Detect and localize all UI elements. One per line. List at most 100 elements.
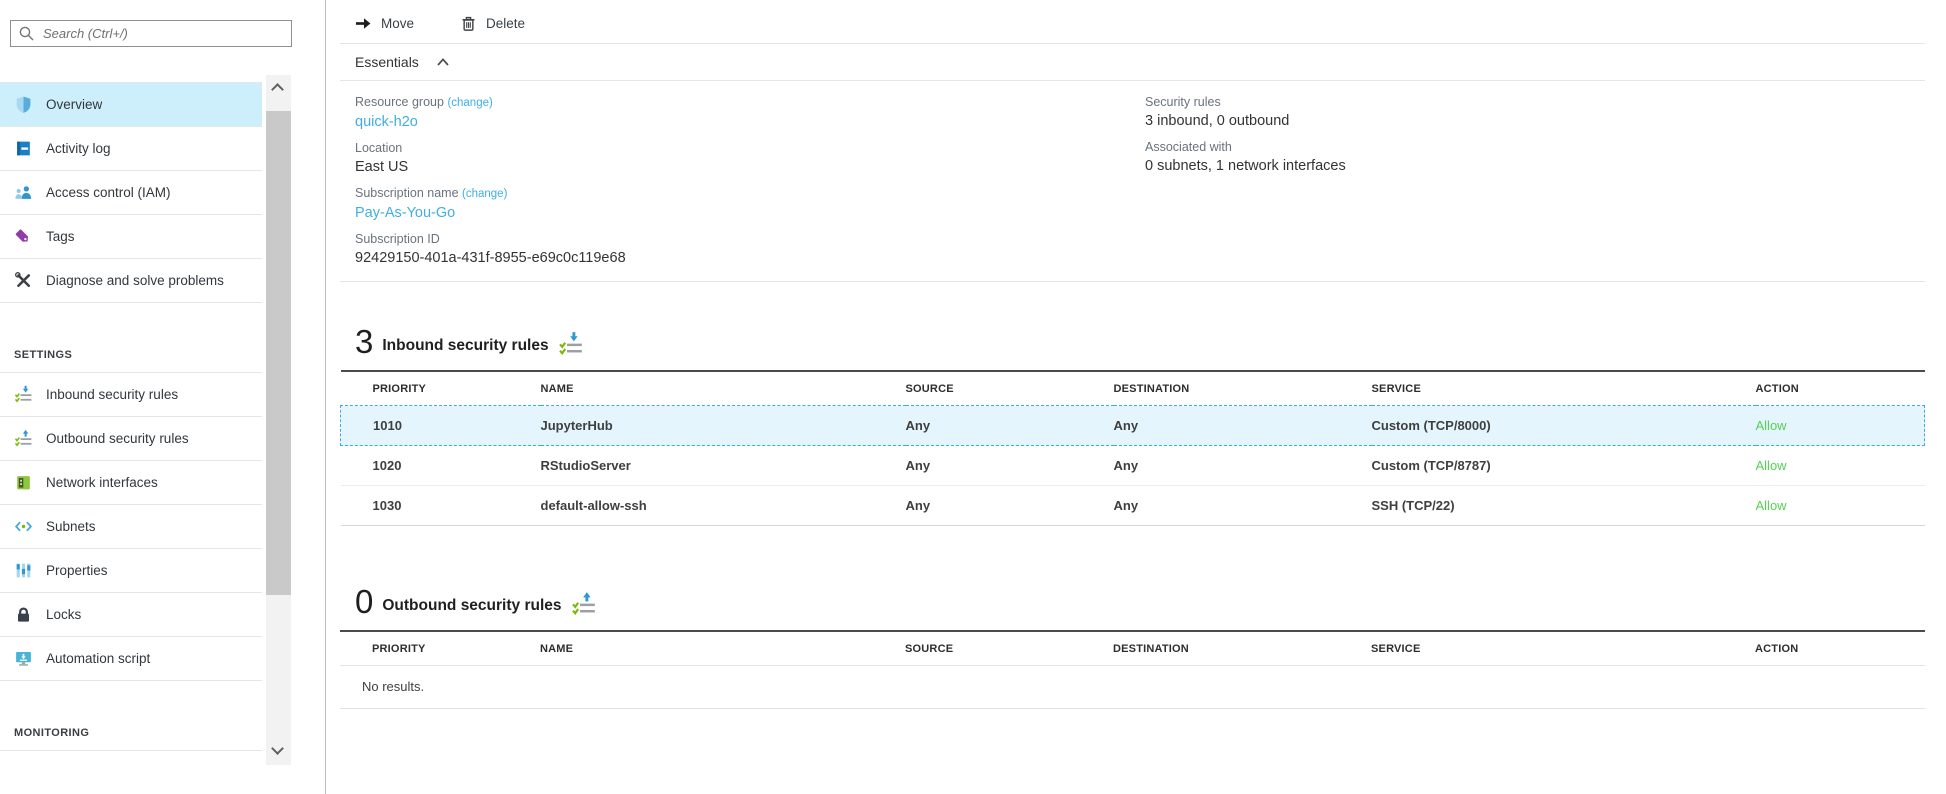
essentials-title: Essentials xyxy=(355,54,419,70)
col-source: SOURCE xyxy=(905,631,1113,666)
col-service: SERVICE xyxy=(1371,631,1755,666)
lock-icon xyxy=(14,605,33,624)
table-row-jupyterhub[interactable]: 1010 JupyterHub Any Any Custom (TCP/8000… xyxy=(341,406,1925,446)
associated-with-value: 0 subnets, 1 network interfaces xyxy=(1145,156,1346,177)
inbound-rules-table: PRIORITY NAME SOURCE DESTINATION SERVICE… xyxy=(340,370,1925,526)
essentials-left-column: Resource group (change) quick-h2o Locati… xyxy=(355,94,1145,269)
essentials-header: Essentials xyxy=(340,44,1925,80)
sidebar-item-label: Diagnose and solve problems xyxy=(46,273,224,288)
move-button[interactable]: Move xyxy=(355,15,414,32)
sidebar-item-activity-log[interactable]: Activity log xyxy=(0,127,262,171)
associated-with-field: Associated with 0 subnets, 1 network int… xyxy=(1145,139,1346,177)
cell-source: Any xyxy=(906,406,1114,446)
sidebar-section-settings: SETTINGS xyxy=(0,303,262,373)
people-icon xyxy=(14,183,33,202)
inbound-title-text: Inbound security rules xyxy=(382,337,548,358)
move-button-label: Move xyxy=(381,16,414,31)
col-destination: DESTINATION xyxy=(1113,631,1371,666)
outbound-rules-title: 0 Outbound security rules xyxy=(340,586,1925,618)
sidebar-scrollbar xyxy=(266,75,291,765)
sidebar-item-tags[interactable]: Tags xyxy=(0,215,262,259)
col-action: ACTION xyxy=(1755,631,1925,666)
sidebar-item-locks[interactable]: Locks xyxy=(0,593,262,637)
sidebar-item-automation-script[interactable]: Automation script xyxy=(0,637,262,681)
collapse-chevron-icon[interactable] xyxy=(436,56,450,68)
sidebar-item-label: Inbound security rules xyxy=(46,387,178,402)
cell-destination: Any xyxy=(1114,486,1372,526)
book-icon xyxy=(14,139,33,158)
col-name: NAME xyxy=(540,631,905,666)
sidebar-item-label: Tags xyxy=(46,229,75,244)
cell-priority: 1030 xyxy=(341,486,541,526)
sidebar-item-network-interfaces[interactable]: Network interfaces xyxy=(0,461,262,505)
cell-service: Custom (TCP/8787) xyxy=(1372,446,1756,486)
shield-icon xyxy=(14,95,33,114)
scrollbar-down-button[interactable] xyxy=(266,739,291,765)
col-service: SERVICE xyxy=(1372,371,1756,406)
subscription-name-value[interactable]: Pay-As-You-Go xyxy=(355,203,1145,224)
outbound-count: 0 xyxy=(355,586,373,618)
cell-name: default-allow-ssh xyxy=(541,486,906,526)
sidebar-item-label: Network interfaces xyxy=(46,475,158,490)
search-input[interactable] xyxy=(10,20,292,47)
location-field: Location East US xyxy=(355,140,1145,178)
sidebar-item-subnets[interactable]: Subnets xyxy=(0,505,262,549)
delete-button[interactable]: Delete xyxy=(460,15,525,32)
outbound-title-text: Outbound security rules xyxy=(382,597,561,618)
sidebar-section-monitoring: MONITORING xyxy=(0,681,262,751)
cell-name: RStudioServer xyxy=(541,446,906,486)
security-rules-label: Security rules xyxy=(1145,94,1346,111)
subscription-change-link[interactable]: (change) xyxy=(462,188,507,200)
scrollbar-up-button[interactable] xyxy=(266,75,291,101)
col-destination: DESTINATION xyxy=(1114,371,1372,406)
essentials-bottom-divider xyxy=(340,281,1925,282)
location-label: Location xyxy=(355,140,1145,157)
inbound-table-header: PRIORITY NAME SOURCE DESTINATION SERVICE… xyxy=(341,371,1925,406)
subscription-id-field: Subscription ID 92429150-401a-431f-8955-… xyxy=(355,231,1145,269)
inbound-count: 3 xyxy=(355,326,373,358)
sidebar-item-label: Overview xyxy=(46,97,102,112)
search-icon xyxy=(18,25,35,42)
main-content: Move Delete Essentials xyxy=(326,0,1946,794)
sidebar-menu: Overview Activity log Access control (IA… xyxy=(0,82,262,751)
outbound-rules-table: PRIORITY NAME SOURCE DESTINATION SERVICE… xyxy=(340,630,1925,709)
sidebar-item-access-control[interactable]: Access control (IAM) xyxy=(0,171,262,215)
subscription-name-field: Subscription name (change) Pay-As-You-Go xyxy=(355,185,1145,224)
inbound-rules-section: 3 Inbound security rules PRIORITY NAME xyxy=(340,326,1925,526)
inbound-rules-icon xyxy=(558,331,584,357)
security-rules-value: 3 inbound, 0 outbound xyxy=(1145,111,1346,132)
outbound-rules-icon xyxy=(571,591,597,617)
col-name: NAME xyxy=(541,371,906,406)
col-source: SOURCE xyxy=(906,371,1114,406)
sidebar-item-diagnose[interactable]: Diagnose and solve problems xyxy=(0,259,262,303)
cell-action: Allow xyxy=(1756,446,1925,486)
cell-action: Allow xyxy=(1756,406,1925,446)
associated-with-label: Associated with xyxy=(1145,139,1346,156)
resource-group-change-link[interactable]: (change) xyxy=(447,97,492,109)
sidebar-item-label: Automation script xyxy=(46,651,150,666)
outbound-rules-icon xyxy=(14,429,33,448)
resource-group-label: Resource group xyxy=(355,95,444,109)
sidebar-item-outbound-rules[interactable]: Outbound security rules xyxy=(0,417,262,461)
cell-service: SSH (TCP/22) xyxy=(1372,486,1756,526)
sidebar-item-label: Outbound security rules xyxy=(46,431,189,446)
sidebar-item-properties[interactable]: Properties xyxy=(0,549,262,593)
resource-group-field: Resource group (change) quick-h2o xyxy=(355,94,1145,133)
inbound-rules-title: 3 Inbound security rules xyxy=(340,326,1925,358)
resource-group-value[interactable]: quick-h2o xyxy=(355,112,1145,133)
outbound-table-header: PRIORITY NAME SOURCE DESTINATION SERVICE… xyxy=(340,631,1925,666)
trash-icon xyxy=(460,15,477,32)
subscription-id-label: Subscription ID xyxy=(355,231,1145,248)
subscription-id-value: 92429150-401a-431f-8955-e69c0c119e68 xyxy=(355,248,1145,269)
sidebar-item-label: Subnets xyxy=(46,519,96,534)
network-interface-icon xyxy=(14,473,33,492)
sidebar-item-overview[interactable]: Overview xyxy=(0,83,262,127)
sidebar-item-inbound-rules[interactable]: Inbound security rules xyxy=(0,373,262,417)
scrollbar-thumb[interactable] xyxy=(266,111,291,595)
table-row-default-allow-ssh[interactable]: 1030 default-allow-ssh Any Any SSH (TCP/… xyxy=(341,486,1925,526)
table-row-rstudioserver[interactable]: 1020 RStudioServer Any Any Custom (TCP/8… xyxy=(341,446,1925,486)
cell-source: Any xyxy=(906,486,1114,526)
sidebar-item-label: Locks xyxy=(46,607,81,622)
outbound-rules-section: 0 Outbound security rules PRIORITY NAME xyxy=(340,586,1925,709)
essentials-panel: Resource group (change) quick-h2o Locati… xyxy=(340,81,1925,281)
